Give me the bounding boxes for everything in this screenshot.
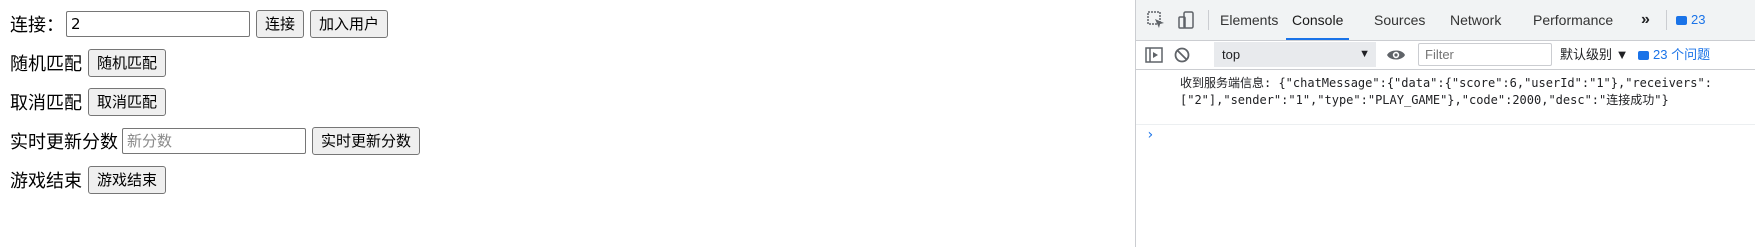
- console-toolbar: top ▼ 默认级别 ▼ 23 个问题: [1136, 41, 1755, 70]
- tab-console[interactable]: Console: [1286, 0, 1350, 40]
- console-output: 收到服务端信息: {"chatMessage":{"data":{"score"…: [1136, 70, 1755, 247]
- show-sidebar-icon[interactable]: [1144, 45, 1164, 65]
- random-match-button[interactable]: 随机匹配: [88, 49, 167, 77]
- random-match-label: 随机匹配: [10, 54, 82, 75]
- connect-button[interactable]: 连接: [256, 10, 305, 38]
- context-selector[interactable]: top ▼: [1214, 42, 1376, 67]
- tab-performance[interactable]: Performance: [1533, 0, 1613, 40]
- devtools-panel: Elements Console Sources Network Perform…: [1135, 0, 1755, 247]
- console-message: 收到服务端信息: {"chatMessage":{"data":{"score"…: [1180, 76, 1712, 107]
- tab-separator: [1666, 10, 1667, 30]
- issues-count: 23: [1691, 12, 1706, 27]
- web-page: 连接： 连接 加入用户 随机匹配 随机匹配 取消匹配 取消匹配 实时更新分数 实…: [0, 0, 1134, 247]
- tab-separator: [1208, 10, 1209, 30]
- game-over-button[interactable]: 游戏结束: [88, 166, 167, 194]
- random-match-row: 随机匹配 随机匹配: [10, 49, 167, 77]
- update-score-button[interactable]: 实时更新分数: [312, 127, 421, 155]
- tab-elements[interactable]: Elements: [1220, 0, 1278, 40]
- game-over-label: 游戏结束: [10, 171, 82, 192]
- issues-label: 23 个问题: [1653, 47, 1711, 62]
- tab-sources[interactable]: Sources: [1374, 0, 1425, 40]
- cancel-match-label: 取消匹配: [10, 93, 82, 114]
- cancel-match-button[interactable]: 取消匹配: [88, 88, 167, 116]
- update-score-label: 实时更新分数: [10, 132, 118, 153]
- join-user-button[interactable]: 加入用户: [310, 10, 389, 38]
- tab-network[interactable]: Network: [1450, 0, 1501, 40]
- context-value: top: [1222, 47, 1241, 62]
- game-over-row: 游戏结束 游戏结束: [10, 166, 167, 194]
- inspect-element-icon[interactable]: [1146, 10, 1166, 30]
- chevrons-right-icon[interactable]: »: [1641, 0, 1650, 40]
- devtools-tab-bar: Elements Console Sources Network Perform…: [1136, 0, 1755, 41]
- log-level-dropdown[interactable]: 默认级别 ▼: [1560, 41, 1628, 69]
- issues-badge[interactable]: 23: [1672, 10, 1705, 30]
- caret-down-icon: ▼: [1359, 48, 1370, 60]
- update-score-row: 实时更新分数 实时更新分数: [10, 127, 421, 155]
- new-score-input[interactable]: [122, 128, 306, 154]
- issues-toolbar-badge[interactable]: 23 个问题: [1634, 45, 1710, 65]
- console-prompt[interactable]: ›: [1146, 127, 1154, 143]
- message-icon: [1638, 51, 1649, 61]
- user-id-input[interactable]: [66, 11, 250, 37]
- clear-console-icon[interactable]: [1172, 45, 1192, 65]
- console-filter-input[interactable]: [1418, 43, 1552, 66]
- live-expression-eye-icon[interactable]: [1386, 45, 1406, 65]
- connect-label: 连接：: [10, 15, 64, 36]
- device-toolbar-icon[interactable]: [1176, 10, 1196, 30]
- message-divider: [1136, 124, 1755, 125]
- cancel-match-row: 取消匹配 取消匹配: [10, 88, 167, 116]
- message-icon: [1676, 16, 1687, 26]
- connect-row: 连接： 连接 加入用户: [10, 10, 389, 38]
